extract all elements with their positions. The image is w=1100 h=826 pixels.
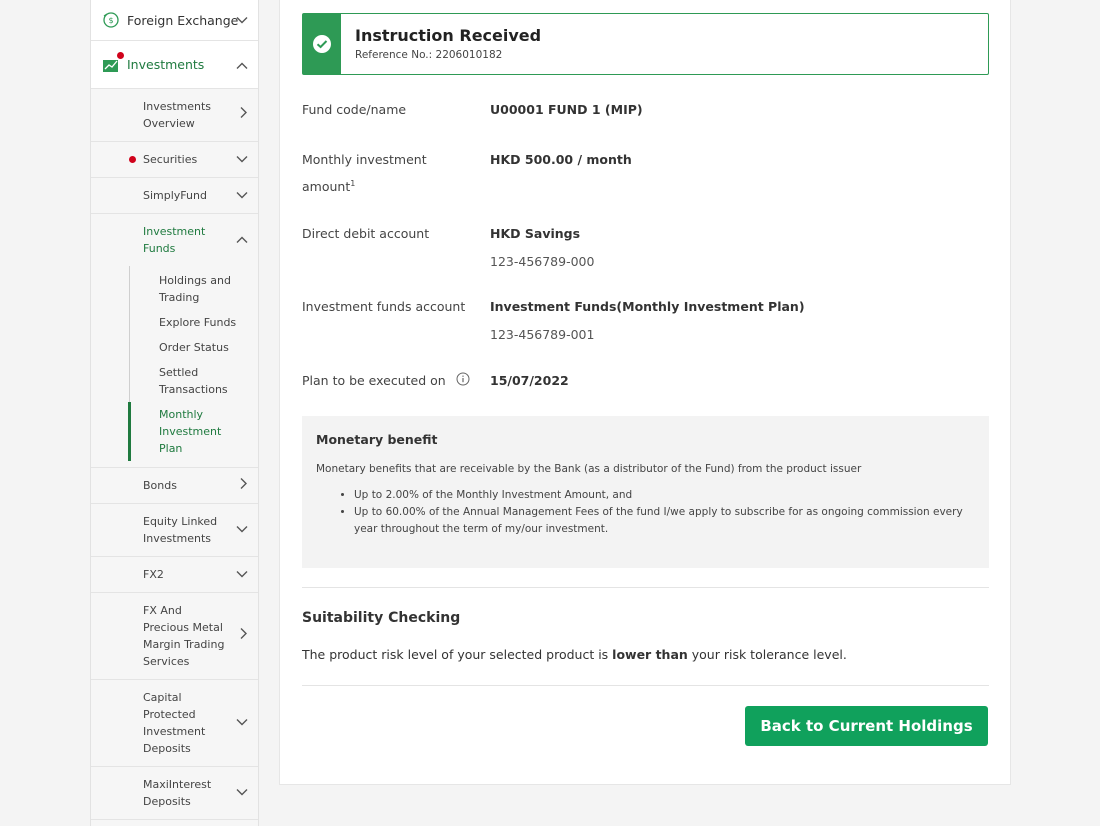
funds-account-number: 123-456789-001 [490,327,595,342]
amount-value: HKD 500.00 / month [490,152,632,167]
suitability-title: Suitability Checking [302,610,461,626]
debit-account-name: HKD Savings [490,226,581,241]
sidebar-item-holdings-trading[interactable]: Holdings and Trading [91,268,258,310]
currency-exchange-icon: $ [101,10,121,30]
chevron-down-icon [236,187,248,204]
sidebar-item-label: SimplyFund [143,189,207,202]
sidebar-item-fx2[interactable]: FX2 [91,557,258,593]
plan-label: Plan to be executed on [302,373,446,388]
sidebar-item-explore-funds[interactable]: Explore Funds [91,310,258,335]
notification-dot [117,51,124,59]
chevron-right-icon [240,477,248,494]
sidebar-item-bonds[interactable]: Bonds [91,468,258,504]
sidebar-item-capital-protected[interactable]: Capital Protected Investment Deposits [91,680,258,767]
benefit-heading: Monetary benefit [316,432,438,447]
monetary-benefit-box: Monetary benefit Monetary benefits that … [302,416,989,568]
chevron-down-icon [236,151,248,168]
sidebar-item-investment-funds[interactable]: Investment Funds [91,214,258,266]
sidebar-item-securities[interactable]: Securities [91,142,258,178]
chevron-down-icon [236,566,248,583]
sidebar-item-label: Capital Protected Investment Deposits [143,691,206,755]
chevron-down-icon [236,785,248,802]
fund-value: U00001 FUND 1 (MIP) [490,102,643,117]
notification-dot [129,156,136,163]
sidebar-item-investments-overview[interactable]: Investments Overview [91,89,258,142]
back-to-holdings-button[interactable]: Back to Current Holdings [745,706,988,746]
suitability-result: lower than [612,647,688,662]
sidebar-item-fx-precious-metal[interactable]: FX And Precious Metal Margin Trading Ser… [91,593,258,680]
plan-date: 15/07/2022 [490,373,569,388]
success-check-icon [303,14,341,74]
funds-account-label: Investment funds account [302,299,466,314]
chevron-right-icon [240,107,248,124]
sidebar-item-settled-transactions[interactable]: Settled Transactions [91,360,258,402]
sidebar-item-label: Investment Funds [143,225,206,255]
amount-label: Monthly investment amount [302,152,427,195]
benefit-intro: Monetary benefits that are receivable by… [316,463,862,475]
sidebar-nav: $ Foreign Exchange Investments Investmen… [90,0,259,826]
investments-submenu: Investments Overview Securities SimplyFu… [91,89,258,820]
sidebar-item-maxiinterest[interactable]: MaxiInterest Deposits [91,767,258,820]
sidebar-item-label: FX2 [143,568,164,581]
svg-text:$: $ [108,16,113,25]
info-icon[interactable] [456,370,470,394]
footnote-marker: 1 [350,179,356,188]
success-banner: Instruction Received Reference No.: 2206… [302,13,989,75]
sidebar-item-label: Investments Overview [143,100,212,130]
debit-label: Direct debit account [302,226,430,241]
sidebar-item-monthly-investment-plan[interactable]: Monthly Investment Plan [91,402,258,461]
chevron-up-icon [236,232,248,249]
chevron-down-icon [236,715,248,732]
divider [302,587,989,588]
sidebar-item-label: MaxiInterest Deposits [143,778,212,808]
sidebar-item-equity-linked[interactable]: Equity Linked Investments [91,504,258,557]
chevron-up-icon [236,57,248,72]
list-item: Up to 60.00% of the Annual Management Fe… [354,504,975,538]
sidebar-item-foreign-exchange[interactable]: $ Foreign Exchange [91,0,258,41]
reference-number: Reference No.: 2206010182 [355,49,503,61]
confirmation-panel: Instruction Received Reference No.: 2206… [279,0,1011,785]
sidebar-item-label: FX And Precious Metal Margin Trading Ser… [143,604,225,668]
chevron-down-icon [236,13,248,28]
sidebar-item-label: Bonds [143,479,177,492]
sidebar-item-label: Investments [127,57,205,72]
investment-funds-submenu: Holdings and Trading Explore Funds Order… [91,266,258,468]
list-item: Up to 2.00% of the Monthly Investment Am… [354,487,975,504]
funds-account-name: Investment Funds(Monthly Investment Plan… [490,299,805,314]
debit-account-number: 123-456789-000 [490,254,595,269]
investment-chart-icon [101,51,124,75]
benefit-list: Up to 2.00% of the Monthly Investment Am… [354,487,975,538]
chevron-down-icon [236,522,248,539]
sidebar-item-simplyfund[interactable]: SimplyFund [91,178,258,214]
sidebar-item-investments[interactable]: Investments [91,41,258,89]
banner-title: Instruction Received [355,26,542,45]
sidebar-item-label: Securities [143,153,198,166]
sidebar-item-label: Equity Linked Investments [143,515,218,545]
chevron-right-icon [240,628,248,645]
sidebar-item-order-status[interactable]: Order Status [91,335,258,360]
divider [302,685,989,686]
fund-label: Fund code/name [302,102,407,117]
sidebar-item-label: Foreign Exchange [127,12,239,28]
suitability-text: The product risk level of your selected … [302,647,847,662]
